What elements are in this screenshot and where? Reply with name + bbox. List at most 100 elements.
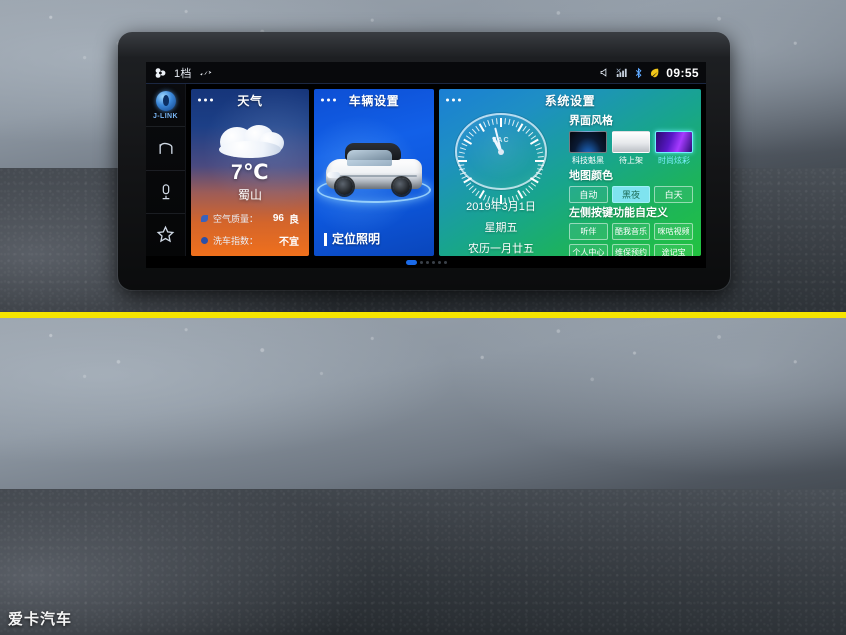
weather-metric-car-wash: 洗车指数： 不宜 bbox=[201, 233, 299, 248]
more-dots-icon[interactable] bbox=[446, 98, 461, 102]
theme-option-color[interactable]: 时尚炫彩 bbox=[655, 131, 693, 166]
photo-panel-bottom: 1档 bbox=[0, 318, 846, 635]
jlink-avatar-icon bbox=[155, 90, 176, 111]
car-wash-label: 洗车指数： bbox=[213, 236, 259, 246]
custom-keys-grid: 听伴 酷我音乐 咪咕视频 个人中心 维保预约 途记宝 bbox=[569, 223, 694, 256]
clock-tick bbox=[465, 135, 472, 140]
status-bar: 1档 09:55 bbox=[146, 62, 706, 84]
bluetooth-icon bbox=[634, 67, 643, 79]
clock-tick bbox=[504, 118, 506, 125]
clock-tick bbox=[536, 171, 543, 175]
map-color-night[interactable]: 黑夜 bbox=[611, 186, 651, 203]
clock-tick bbox=[511, 119, 515, 126]
custom-key-migu[interactable]: 咪咕视频 bbox=[654, 223, 694, 240]
clock-tick bbox=[483, 121, 487, 128]
vehicle-caption: 定位照明 bbox=[324, 232, 380, 246]
clock-tick bbox=[458, 151, 465, 154]
status-bar-right: 09:55 bbox=[599, 66, 699, 80]
clock-tick bbox=[525, 188, 531, 194]
clock-tick bbox=[475, 125, 480, 132]
status-bar-left: 1档 bbox=[154, 65, 212, 81]
dashboard-surface-2 bbox=[0, 489, 846, 635]
system-body: JAC 2019年3月1日 星期五 农历一月廿五 界面风格 科技魁黑 待上架 时… bbox=[439, 111, 701, 256]
left-sidebar: J-LINK bbox=[146, 84, 186, 256]
theme-heading: 界面风格 bbox=[569, 115, 613, 127]
clock-tick bbox=[459, 147, 466, 151]
clock-tick bbox=[537, 168, 544, 171]
fan-speed-label: 1档 bbox=[174, 67, 192, 80]
air-quality-value: 96 bbox=[272, 213, 284, 224]
screenshot-root: 1档 09:55 J-LINK 天气 7℃ 蜀山 空气质量： 96 良 洗车指数… bbox=[0, 0, 846, 635]
system-clock-panel: JAC 2019年3月1日 星期五 农历一月廿五 bbox=[439, 111, 563, 256]
photo-panel-top: 1档 09:55 J-LINK 天气 7℃ 蜀山 空气质量： 96 良 洗车指数… bbox=[0, 0, 846, 312]
sidebar-item-favorites[interactable] bbox=[146, 214, 185, 256]
more-dots-icon[interactable] bbox=[321, 98, 336, 102]
clock-tick bbox=[496, 118, 498, 125]
watermark: 爱卡汽车 bbox=[8, 611, 73, 628]
clock-tick bbox=[534, 143, 541, 147]
custom-keys-row-2: 个人中心 维保预约 途记宝 bbox=[569, 244, 694, 256]
eco-leaf-icon bbox=[649, 67, 660, 78]
infotainment-screen-top: 1档 09:55 J-LINK 天气 7℃ 蜀山 空气质量： 96 良 洗车指数… bbox=[146, 62, 706, 268]
leaf-icon bbox=[201, 215, 208, 222]
air-recirculation-icon[interactable] bbox=[198, 67, 212, 79]
map-color-day[interactable]: 白天 bbox=[654, 186, 694, 203]
map-color-auto[interactable]: 自动 bbox=[569, 186, 608, 203]
rain-droplets-2 bbox=[0, 318, 846, 464]
car-illustration bbox=[325, 141, 423, 196]
custom-keys-row-1: 听伴 酷我音乐 咪咕视频 bbox=[569, 223, 694, 240]
clock-tick bbox=[459, 171, 466, 175]
clock-tick bbox=[534, 175, 541, 179]
main-area: J-LINK 天气 7℃ 蜀山 空气质量： 96 良 洗车指数： 不宜 车辆设置… bbox=[146, 84, 706, 256]
card-title-vehicle: 车辆设置 bbox=[348, 93, 400, 108]
vehicle-caption-row: 定位照明 bbox=[314, 232, 434, 256]
vehicle-body bbox=[314, 111, 434, 233]
theme-swatch-light bbox=[612, 131, 650, 153]
analog-clock: JAC bbox=[455, 113, 547, 204]
weather-metric-air-quality: 空气质量： 96 良 bbox=[201, 211, 299, 226]
card-system-settings[interactable]: 系统设置 JAC 2019年3月1日 星期五 农历一月廿五 界面风格 科技魁黑 … bbox=[439, 89, 701, 256]
theme-label-light: 待上架 bbox=[619, 156, 643, 165]
clock-tick bbox=[500, 118, 502, 127]
weather-metrics: 空气质量： 96 良 洗车指数： 不宜 bbox=[191, 211, 309, 248]
fan-icon[interactable] bbox=[154, 67, 168, 79]
custom-key-tingban[interactable]: 听伴 bbox=[569, 223, 608, 240]
clock-tick bbox=[537, 164, 544, 166]
theme-label-color: 时尚炫彩 bbox=[658, 156, 690, 165]
sidebar-item-label-jlink: J-LINK bbox=[153, 112, 178, 120]
air-quality-grade: 良 bbox=[289, 215, 299, 226]
clock-tick bbox=[508, 118, 511, 125]
clock-tick bbox=[491, 118, 494, 125]
head-unit-display-top: 1档 09:55 J-LINK 天气 7℃ 蜀山 空气质量： 96 良 洗车指数… bbox=[118, 32, 730, 290]
theme-option-dark[interactable]: 科技魁黑 bbox=[569, 131, 607, 166]
card-weather[interactable]: 天气 7℃ 蜀山 空气质量： 96 良 洗车指数： 不宜 bbox=[191, 89, 309, 256]
sidebar-item-voice[interactable] bbox=[146, 171, 185, 214]
card-vehicle-settings[interactable]: 车辆设置 定位照明 bbox=[314, 89, 434, 256]
custom-key-tujibao[interactable]: 途记宝 bbox=[654, 244, 694, 256]
clock-tick bbox=[471, 128, 477, 134]
card-title-system: 系统设置 bbox=[544, 93, 596, 108]
clock-tick bbox=[537, 151, 544, 154]
theme-swatch-color bbox=[655, 131, 693, 153]
star-icon bbox=[155, 224, 176, 245]
custom-key-maintenance[interactable]: 维保预约 bbox=[611, 244, 651, 256]
theme-option-light[interactable]: 待上架 bbox=[612, 131, 650, 166]
sidebar-item-jlink[interactable]: J-LINK bbox=[146, 84, 185, 128]
system-settings-panel: 界面风格 科技魁黑 待上架 时尚炫彩 地图颜色 自动 黑夜 白天 左侧按键功能自… bbox=[563, 111, 701, 256]
card-header-weather: 天气 bbox=[191, 89, 309, 111]
custom-keys-heading: 左侧按键功能自定义 bbox=[569, 207, 668, 219]
car-interior-backdrop-2 bbox=[0, 318, 846, 635]
sidebar-item-home[interactable] bbox=[146, 127, 185, 171]
more-dots-icon[interactable] bbox=[198, 98, 213, 102]
drop-icon bbox=[201, 237, 208, 244]
custom-key-kuwo[interactable]: 酷我音乐 bbox=[611, 223, 651, 240]
map-color-heading: 地图颜色 bbox=[569, 170, 613, 182]
clock-tick bbox=[500, 195, 502, 204]
clock-tick bbox=[522, 190, 527, 197]
map-color-options: 自动 黑夜 白天 bbox=[569, 186, 694, 203]
clock-tick bbox=[458, 160, 467, 162]
mute-icon[interactable] bbox=[599, 67, 610, 78]
clock-tick bbox=[458, 156, 465, 158]
custom-key-profile[interactable]: 个人中心 bbox=[569, 244, 608, 256]
page-indicator-top[interactable] bbox=[146, 256, 706, 268]
